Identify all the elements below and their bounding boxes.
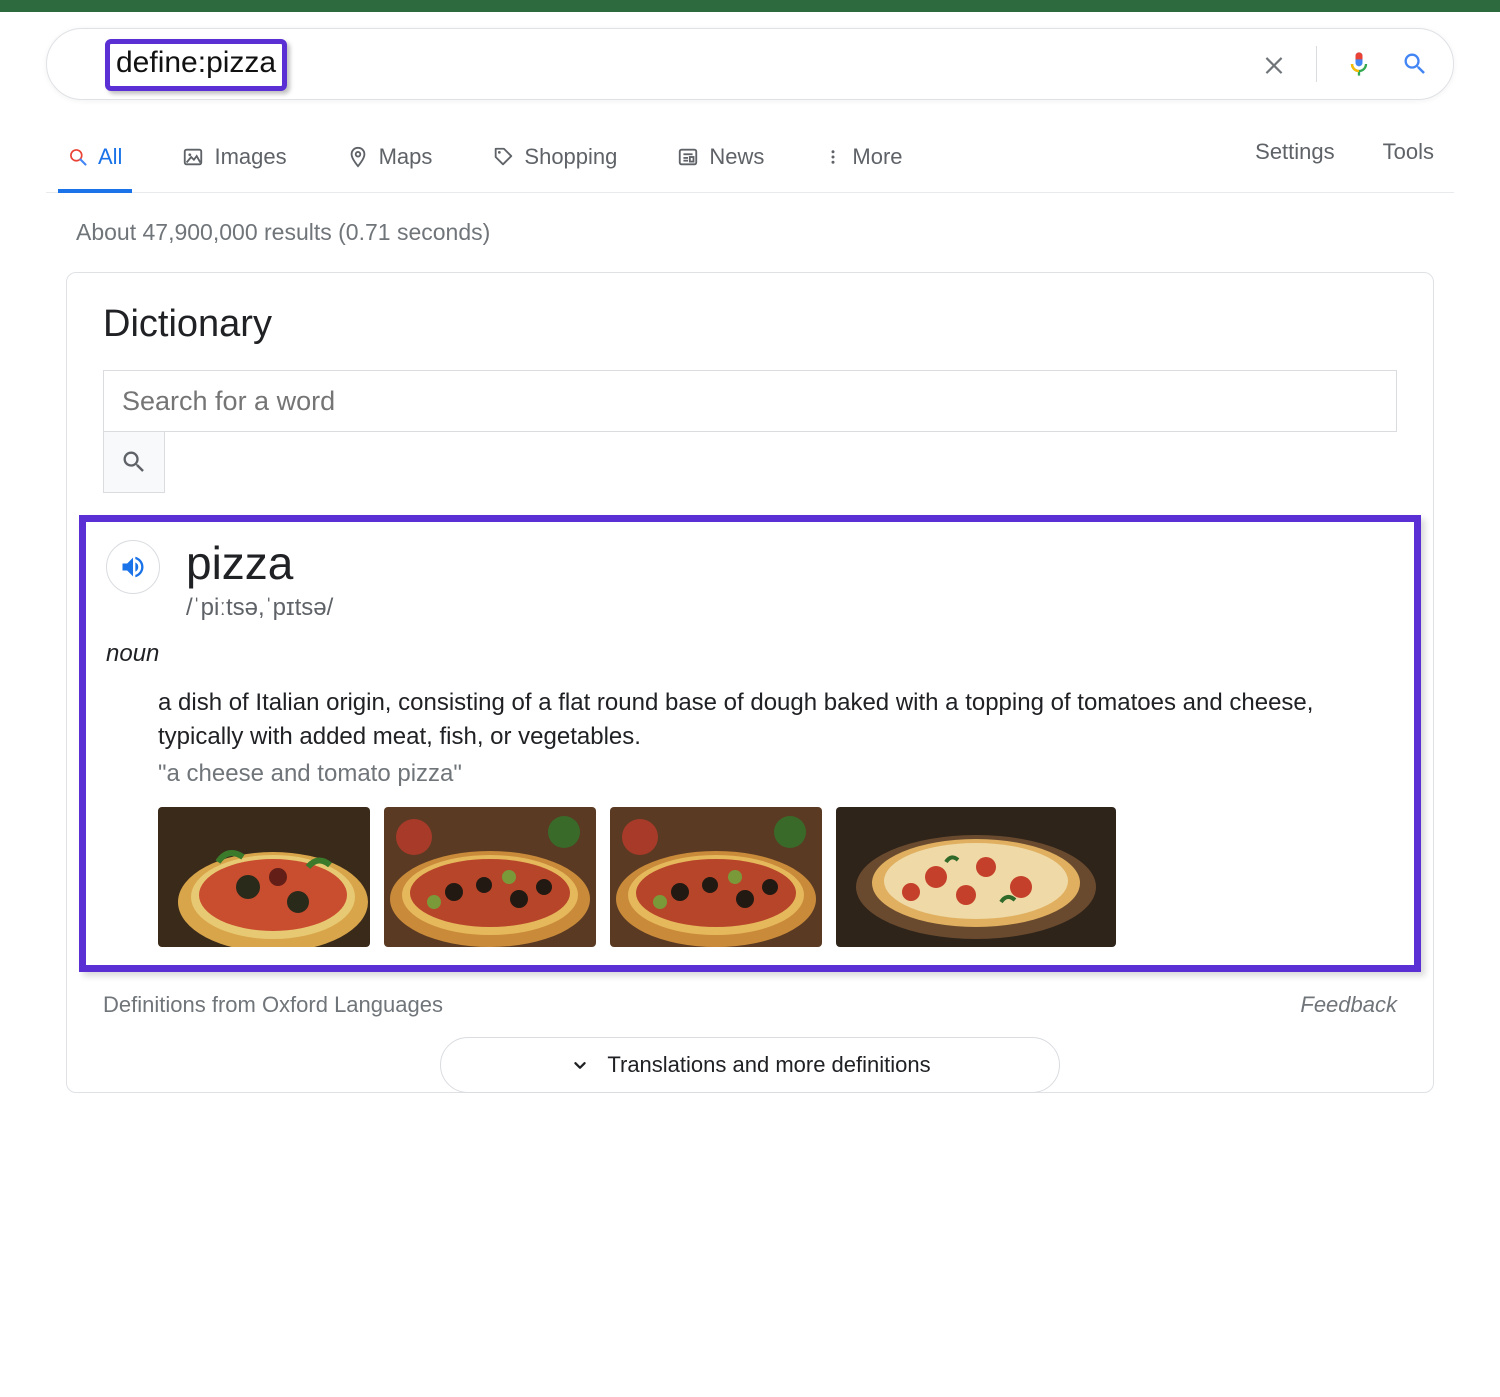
part-of-speech: noun (106, 640, 1394, 668)
divider (1316, 46, 1317, 82)
search-icon (120, 448, 148, 476)
tab-more[interactable]: More (818, 134, 908, 192)
tab-label: All (98, 144, 122, 170)
tab-label: News (709, 144, 764, 170)
result-stats: About 47,900,000 results (0.71 seconds) (76, 219, 1454, 246)
dictionary-title: Dictionary (103, 303, 1397, 346)
settings-link[interactable]: Settings (1255, 139, 1335, 165)
tag-icon (492, 146, 514, 168)
definition-highlight-box: pizza /ˈpiːtsə,ˈpɪtsə/ noun a dish of It… (79, 515, 1421, 972)
search-bar[interactable]: define:pizza (46, 28, 1454, 100)
dictionary-search-input[interactable] (103, 370, 1397, 432)
mic-icon[interactable] (1345, 50, 1373, 78)
example-image[interactable] (836, 807, 1116, 947)
speaker-icon (119, 553, 147, 581)
image-icon (182, 146, 204, 168)
tab-shopping[interactable]: Shopping (486, 134, 623, 192)
word: pizza (186, 536, 333, 590)
tab-images[interactable]: Images (176, 134, 292, 192)
news-icon (677, 146, 699, 168)
search-tabs: All Images Maps Shopping News More Setti… (46, 134, 1454, 193)
tab-label: More (852, 144, 902, 170)
definition-source[interactable]: Definitions from Oxford Languages (103, 992, 443, 1018)
tools-link[interactable]: Tools (1383, 139, 1434, 165)
example-image[interactable] (158, 807, 370, 947)
dictionary-card: Dictionary pizza /ˈpiːtsə,ˈpɪtsə/ (66, 272, 1434, 1093)
pronounce-button[interactable] (106, 540, 160, 594)
example-image[interactable] (610, 807, 822, 947)
search-icon (68, 147, 88, 167)
search-query: define:pizza (116, 46, 276, 79)
pronunciation: /ˈpiːtsə,ˈpɪtsə/ (186, 594, 333, 622)
tab-all[interactable]: All (62, 134, 128, 192)
more-definitions-label: Translations and more definitions (607, 1052, 930, 1078)
definition-example: "a cheese and tomato pizza" (158, 757, 1394, 791)
dictionary-search-button[interactable] (103, 431, 165, 493)
top-accent-bar (0, 0, 1500, 12)
tab-label: Maps (379, 144, 433, 170)
tab-maps[interactable]: Maps (341, 134, 439, 192)
tab-label: Shopping (524, 144, 617, 170)
more-definitions-button[interactable]: Translations and more definitions (440, 1037, 1060, 1093)
definition-images (158, 807, 1394, 947)
chevron-down-icon (569, 1054, 591, 1076)
tab-news[interactable]: News (671, 134, 770, 192)
example-image[interactable] (384, 807, 596, 947)
clear-icon[interactable] (1260, 50, 1288, 78)
feedback-link[interactable]: Feedback (1300, 992, 1397, 1018)
search-icon[interactable] (1401, 50, 1429, 78)
definition-text: a dish of Italian origin, consisting of … (158, 686, 1394, 753)
pin-icon (347, 146, 369, 168)
query-highlight-box: define:pizza (105, 39, 287, 91)
tab-label: Images (214, 144, 286, 170)
more-icon (824, 148, 842, 166)
